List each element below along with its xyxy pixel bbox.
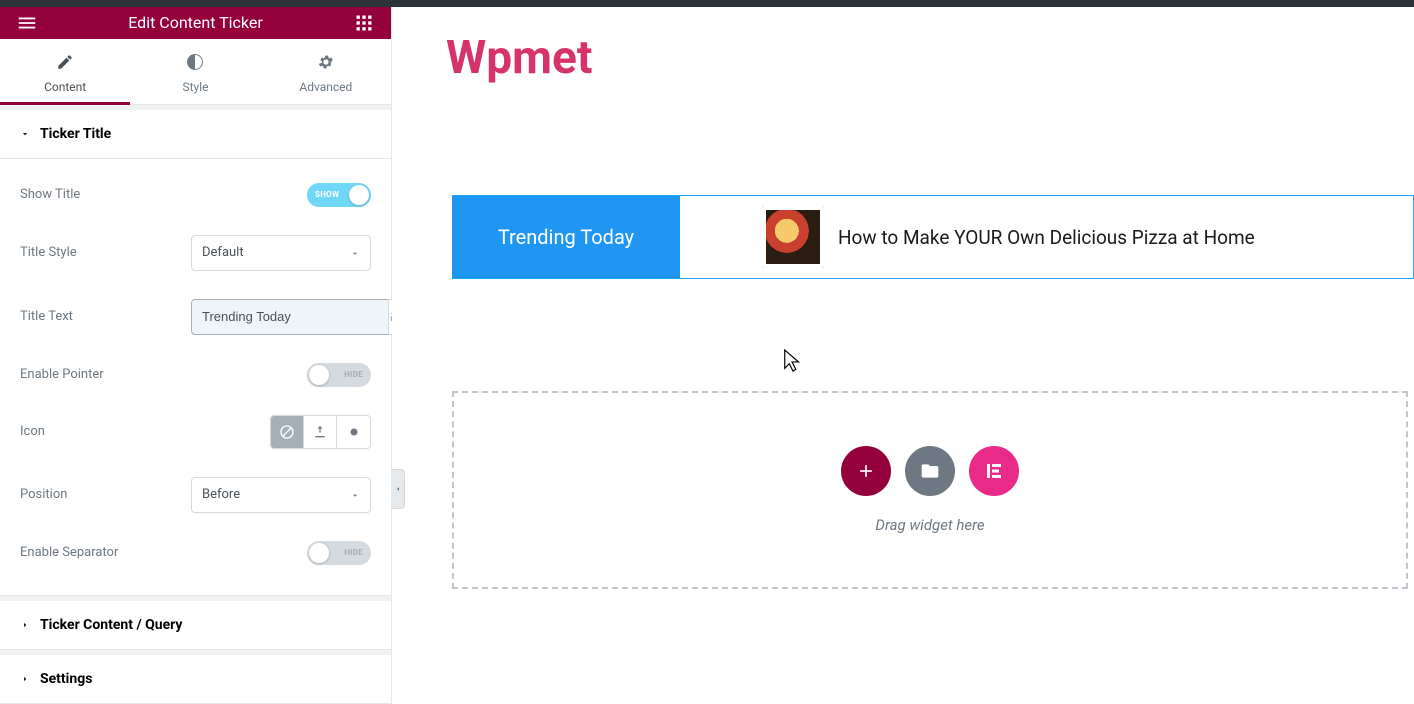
section-header-ticker-content[interactable]: Ticker Content / Query [0, 601, 391, 650]
enable-separator-toggle[interactable]: HIDE [307, 541, 371, 565]
ticker-item-text: How to Make YOUR Own Delicious Pizza at … [838, 226, 1255, 249]
sidebar-header: Edit Content Ticker [0, 7, 391, 39]
control-position: Position Before [20, 463, 371, 527]
position-value: Before [202, 487, 240, 502]
template-library-button[interactable] [905, 446, 955, 496]
show-title-toggle[interactable]: SHOW [307, 183, 371, 207]
toggle-knob [309, 543, 329, 563]
toggle-label: HIDE [344, 548, 363, 557]
caret-right-icon [20, 674, 30, 684]
icon-choice-group [270, 415, 371, 449]
brand-heading: Wpmet [446, 31, 1414, 85]
icon-choice-library[interactable] [337, 416, 370, 448]
section-header-ticker-title[interactable]: Ticker Title [0, 110, 391, 159]
pencil-icon [0, 53, 130, 74]
enable-pointer-label: Enable Pointer [20, 367, 104, 382]
toggle-label: HIDE [344, 370, 363, 379]
title-style-value: Default [202, 245, 244, 260]
toggle-knob [309, 365, 329, 385]
toggle-label: SHOW [315, 190, 339, 199]
tab-content-label: Content [44, 80, 86, 94]
control-enable-pointer: Enable Pointer HIDE [20, 349, 371, 401]
icon-label: Icon [20, 424, 45, 439]
ticker-title: Trending Today [452, 196, 680, 278]
dropzone-buttons [841, 446, 1019, 496]
toggle-knob [349, 185, 369, 205]
title-text-input[interactable] [191, 299, 388, 335]
show-title-label: Show Title [20, 187, 80, 202]
widget-dropzone[interactable]: Drag widget here [452, 391, 1408, 589]
tab-style-label: Style [182, 80, 208, 94]
gear-icon [261, 53, 391, 74]
elementskit-button[interactable] [969, 446, 1019, 496]
tab-style[interactable]: Style [130, 39, 260, 104]
control-enable-separator: Enable Separator HIDE [20, 527, 371, 579]
ticker-body: How to Make YOUR Own Delicious Pizza at … [680, 196, 1413, 278]
icon-choice-upload[interactable] [304, 416, 337, 448]
title-style-select[interactable]: Default [191, 235, 371, 271]
cursor-pointer-icon [782, 348, 804, 374]
section-title-label: Ticker Title [40, 126, 111, 142]
section-ticker-title: Ticker Title Show Title SHOW Title Style… [0, 110, 391, 596]
control-show-title: Show Title SHOW [20, 169, 371, 221]
editor-sidebar: Edit Content Ticker Content Style [0, 7, 392, 704]
position-select[interactable]: Before [191, 477, 371, 513]
content-ticker-widget[interactable]: Trending Today How to Make YOUR Own Deli… [452, 195, 1414, 279]
half-circle-icon [130, 53, 260, 74]
section-settings-label: Settings [40, 671, 92, 687]
enable-pointer-toggle[interactable]: HIDE [307, 363, 371, 387]
caret-down-icon [20, 129, 30, 139]
collapse-sidebar-button[interactable] [391, 469, 405, 509]
control-icon: Icon [20, 401, 371, 463]
tab-advanced-label: Advanced [299, 80, 352, 94]
editor-canvas[interactable]: Wpmet Trending Today How to Make YOUR Ow… [392, 7, 1414, 704]
section-ticker-content-label: Ticker Content / Query [40, 617, 182, 633]
title-text-label: Title Text [20, 309, 73, 324]
chevron-down-icon [350, 243, 360, 262]
window-top-strip [0, 0, 1414, 7]
widgets-grid-icon[interactable] [351, 10, 377, 36]
position-label: Position [20, 487, 67, 502]
tab-advanced[interactable]: Advanced [261, 39, 391, 104]
add-widget-button[interactable] [841, 446, 891, 496]
dropzone-hint: Drag widget here [875, 516, 984, 534]
caret-right-icon [20, 620, 30, 630]
enable-separator-label: Enable Separator [20, 545, 118, 560]
ticker-item-thumbnail [762, 206, 824, 268]
chevron-down-icon [350, 485, 360, 504]
title-style-label: Title Style [20, 245, 77, 260]
control-title-text: Title Text [20, 285, 371, 349]
control-title-style: Title Style Default [20, 221, 371, 285]
sidebar-tabs: Content Style Advanced [0, 39, 391, 105]
tab-content[interactable]: Content [0, 39, 130, 104]
hamburger-icon[interactable] [14, 10, 40, 36]
sidebar-title: Edit Content Ticker [128, 13, 263, 32]
icon-choice-none[interactable] [271, 416, 304, 448]
section-header-settings[interactable]: Settings [0, 655, 391, 704]
